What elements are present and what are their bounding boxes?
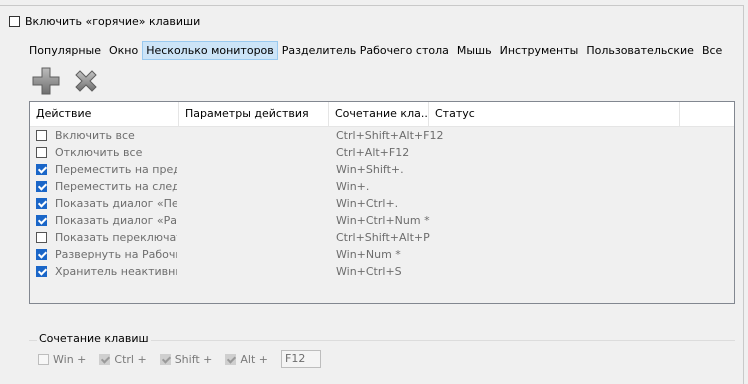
- shortcut-group-title: Сочетание клавиш: [37, 332, 151, 345]
- hotkeys-grid[interactable]: Действие Параметры действия Сочетание кл…: [29, 101, 735, 304]
- table-row[interactable]: Включить все Ctrl+Shift+Alt+F12: [30, 127, 734, 144]
- table-row[interactable]: Показать диалог «Пе... Win+Ctrl+.: [30, 195, 734, 212]
- toolbar: [31, 66, 101, 96]
- column-header-status[interactable]: Статус: [429, 102, 680, 126]
- modifier-ctrl-checkbox[interactable]: [99, 353, 111, 365]
- column-header-empty: [680, 102, 734, 126]
- modifier-ctrl[interactable]: Ctrl +: [99, 352, 147, 366]
- enable-hotkeys-checkbox[interactable]: Включить «горячие» клавиши: [9, 13, 200, 29]
- row-action: Хранитель неактивны...: [55, 265, 177, 278]
- row-checkbox[interactable]: [36, 198, 47, 209]
- add-hotkey-button[interactable]: [31, 66, 61, 96]
- row-shortcut: Win+Shift+.: [336, 163, 404, 176]
- row-checkbox[interactable]: [36, 147, 47, 158]
- row-action: Переместить на пред...: [55, 163, 177, 176]
- row-action: Показать переключат...: [55, 231, 177, 244]
- column-header-action[interactable]: Действие: [30, 102, 179, 126]
- shortcut-group: Сочетание клавиш Win + Ctrl + Shift + Al…: [29, 332, 735, 380]
- modifier-shift-checkbox[interactable]: [159, 353, 171, 365]
- column-header-shortcut[interactable]: Сочетание кла...: [329, 102, 429, 126]
- row-action: Показать диалог «Пе...: [55, 197, 177, 210]
- modifier-win-checkbox[interactable]: [38, 353, 49, 365]
- enable-hotkeys-checkbox-box[interactable]: [9, 15, 20, 27]
- row-checkbox[interactable]: [36, 266, 47, 277]
- row-shortcut: Win+Ctrl+S: [336, 265, 402, 278]
- row-checkbox[interactable]: [36, 215, 47, 226]
- table-row[interactable]: Хранитель неактивны... Win+Ctrl+S: [30, 263, 734, 280]
- modifier-alt-label: Alt +: [240, 352, 269, 366]
- row-checkbox[interactable]: [36, 249, 47, 260]
- tab-window[interactable]: Окно: [105, 41, 142, 60]
- plus-icon: [32, 67, 60, 95]
- tab-popular[interactable]: Популярные: [25, 41, 105, 60]
- modifier-ctrl-label: Ctrl +: [114, 352, 147, 366]
- row-action: Показать диалог «Ра...: [55, 214, 177, 227]
- table-row[interactable]: Показать переключат... Ctrl+Shift+Alt+P: [30, 229, 734, 246]
- tab-multiple-monitors[interactable]: Несколько мониторов: [142, 40, 278, 60]
- tab-all[interactable]: Все: [698, 41, 726, 60]
- row-shortcut: Win+Num *: [336, 248, 401, 261]
- row-action: Переместить на след...: [55, 180, 177, 193]
- panel-right-border: [743, 5, 744, 384]
- row-checkbox[interactable]: [36, 181, 47, 192]
- row-checkbox[interactable]: [36, 164, 47, 175]
- row-action: Отключить все: [55, 146, 143, 159]
- x-icon: [75, 70, 97, 92]
- grid-header: Действие Параметры действия Сочетание кл…: [30, 102, 734, 127]
- row-action: Развернуть на Рабочи...: [55, 248, 177, 261]
- tab-tools[interactable]: Инструменты: [496, 41, 583, 60]
- modifier-alt[interactable]: Alt +: [225, 353, 268, 366]
- row-action: Включить все: [55, 129, 135, 142]
- table-row[interactable]: Показать диалог «Ра... Win+Ctrl+Num *: [30, 212, 734, 229]
- table-row[interactable]: Отключить все Ctrl+Alt+F12: [30, 144, 734, 161]
- row-shortcut: Ctrl+Shift+Alt+P: [336, 231, 430, 244]
- enable-hotkeys-label: Включить «горячие» клавиши: [25, 14, 201, 28]
- tab-desktop-divider[interactable]: Разделитель Рабочего стола: [278, 41, 453, 60]
- modifier-alt-checkbox[interactable]: [225, 353, 237, 365]
- modifier-win[interactable]: Win +: [38, 353, 86, 366]
- panel-top-border: [0, 5, 744, 6]
- tab-mouse[interactable]: Мышь: [453, 41, 496, 60]
- row-shortcut: Win+.: [336, 180, 370, 193]
- tab-custom[interactable]: Пользовательские: [582, 41, 698, 60]
- table-row[interactable]: Развернуть на Рабочи... Win+Num *: [30, 246, 734, 263]
- row-checkbox[interactable]: [36, 130, 47, 141]
- key-field[interactable]: F12: [281, 350, 322, 368]
- column-header-action-params[interactable]: Параметры действия: [179, 102, 329, 126]
- modifier-shift[interactable]: Shift +: [159, 352, 213, 366]
- remove-hotkey-button[interactable]: [71, 66, 101, 96]
- table-row[interactable]: Переместить на след... Win+.: [30, 178, 734, 195]
- row-shortcut: Win+Ctrl+Num *: [336, 214, 430, 227]
- row-checkbox[interactable]: [36, 232, 47, 243]
- row-shortcut: Ctrl+Shift+Alt+F12: [336, 129, 444, 142]
- grid-rows: Включить все Ctrl+Shift+Alt+F12 Отключит…: [30, 127, 734, 280]
- modifier-win-label: Win +: [53, 352, 87, 366]
- modifier-shift-label: Shift +: [174, 352, 213, 366]
- modifier-row: Win + Ctrl + Shift + Alt + F12: [38, 349, 322, 369]
- category-tabs: Популярные Окно Несколько мониторов Разд…: [25, 39, 726, 61]
- row-shortcut: Win+Ctrl+.: [336, 197, 399, 210]
- table-row[interactable]: Переместить на пред... Win+Shift+.: [30, 161, 734, 178]
- row-shortcut: Ctrl+Alt+F12: [336, 146, 410, 159]
